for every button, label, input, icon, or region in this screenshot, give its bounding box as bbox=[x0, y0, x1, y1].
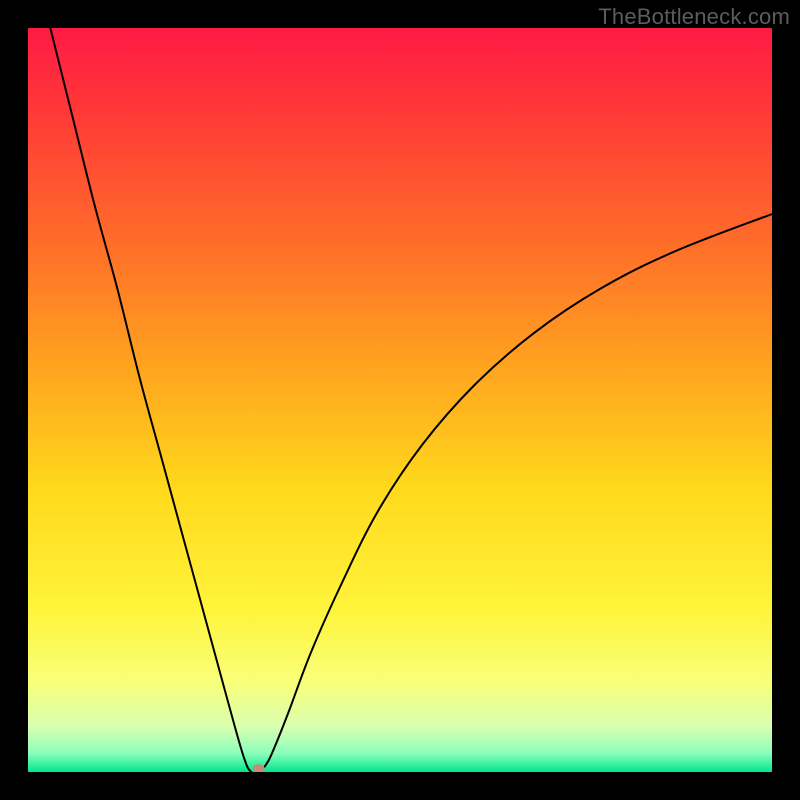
watermark-text: TheBottleneck.com bbox=[598, 4, 790, 30]
optimal-point-marker bbox=[253, 764, 265, 772]
plot-outer bbox=[28, 28, 772, 772]
chart-frame: TheBottleneck.com bbox=[0, 0, 800, 800]
bottleneck-chart bbox=[28, 28, 772, 772]
chart-background bbox=[28, 28, 772, 772]
